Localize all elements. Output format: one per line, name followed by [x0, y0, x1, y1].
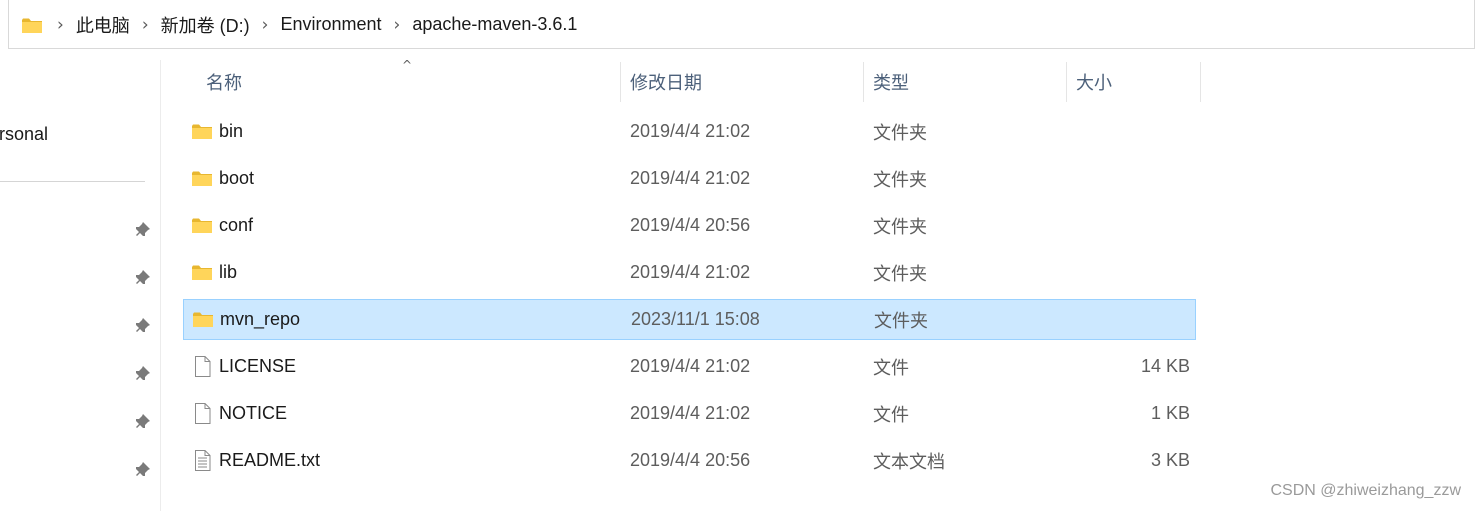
- file-type: 文件夹: [873, 122, 927, 143]
- file-size: 1 KB: [1150, 403, 1190, 423]
- breadcrumb-item-drive-d[interactable]: 新加卷 (D:): [161, 12, 250, 38]
- column-header-type[interactable]: 类型: [873, 62, 909, 102]
- file-name: README.txt: [219, 450, 321, 470]
- file-modified: 2023/11/1 15:08: [631, 309, 760, 329]
- file-type: 文件: [873, 357, 909, 378]
- address-bar[interactable]: › 此电脑 › 新加卷 (D:) › Environment › apache-…: [8, 0, 1475, 49]
- file-name: conf: [219, 215, 254, 235]
- pin-icon: [135, 270, 151, 286]
- file-modified: 2019/4/4 20:56: [630, 215, 751, 235]
- folder-icon: [190, 158, 214, 199]
- pin-icon: [135, 414, 151, 430]
- file-row-license[interactable]: LICENSE 2019/4/4 21:02 文件 14 KB: [183, 346, 1196, 387]
- column-divider[interactable]: [1066, 62, 1067, 102]
- file-modified: 2019/4/4 21:02: [630, 356, 751, 376]
- folder-icon: [190, 252, 214, 293]
- folder-icon: [21, 17, 43, 33]
- file-size: 3 KB: [1150, 450, 1190, 470]
- file-type: 文件夹: [874, 310, 928, 331]
- file-row-lib[interactable]: lib 2019/4/4 21:02 文件夹: [183, 252, 1196, 293]
- breadcrumb-item-this-pc[interactable]: 此电脑: [76, 12, 130, 38]
- pin-icon: [135, 462, 151, 478]
- file-name: mvn_repo: [220, 309, 301, 329]
- column-divider[interactable]: [863, 62, 864, 102]
- file-name: boot: [219, 168, 255, 188]
- file-name: lib: [219, 262, 238, 282]
- column-header-modified[interactable]: 修改日期: [630, 62, 702, 102]
- nav-item-personal[interactable]: rsonal: [0, 124, 48, 145]
- chevron-right-icon[interactable]: ›: [394, 15, 401, 35]
- file-icon: [190, 393, 214, 434]
- column-header-name[interactable]: 名称: [206, 62, 242, 102]
- file-modified: 2019/4/4 21:02: [630, 168, 751, 188]
- file-type: 文本文档: [873, 451, 945, 472]
- column-divider[interactable]: [1200, 62, 1201, 102]
- file-row-mvn-repo[interactable]: mvn_repo 2023/11/1 15:08 文件夹: [183, 299, 1196, 340]
- chevron-right-icon[interactable]: ›: [57, 15, 64, 35]
- file-modified: 2019/4/4 20:56: [630, 450, 751, 470]
- file-size: 14 KB: [1140, 356, 1190, 376]
- nav-divider: [0, 181, 145, 182]
- pin-icon: [135, 318, 151, 334]
- file-name: NOTICE: [219, 403, 288, 423]
- file-row-readme[interactable]: README.txt 2019/4/4 20:56 文本文档 3 KB: [183, 440, 1196, 481]
- file-icon: [190, 346, 214, 387]
- breadcrumb-item-environment[interactable]: Environment: [280, 14, 381, 35]
- file-name: bin: [219, 121, 244, 141]
- file-modified: 2019/4/4 21:02: [630, 262, 751, 282]
- folder-icon: [190, 205, 214, 246]
- file-row-boot[interactable]: boot 2019/4/4 21:02 文件夹: [183, 158, 1196, 199]
- pin-icon: [135, 366, 151, 382]
- folder-icon: [191, 300, 215, 339]
- file-modified: 2019/4/4 21:02: [630, 403, 751, 423]
- file-type: 文件夹: [873, 263, 927, 284]
- sort-ascending-icon: ^: [402, 58, 413, 72]
- file-row-notice[interactable]: NOTICE 2019/4/4 21:02 文件 1 KB: [183, 393, 1196, 434]
- breadcrumb-item-apache-maven[interactable]: apache-maven-3.6.1: [412, 14, 577, 35]
- chevron-right-icon[interactable]: ›: [142, 15, 149, 35]
- file-row-conf[interactable]: conf 2019/4/4 20:56 文件夹: [183, 205, 1196, 246]
- chevron-right-icon[interactable]: ›: [262, 15, 269, 35]
- navigation-pane[interactable]: rsonal: [0, 60, 161, 511]
- file-modified: 2019/4/4 21:02: [630, 121, 751, 141]
- folder-icon: [190, 111, 214, 152]
- file-name: LICENSE: [219, 356, 297, 376]
- file-type: 文件夹: [873, 216, 927, 237]
- breadcrumb: › 此电脑 › 新加卷 (D:) › Environment › apache-…: [21, 0, 589, 49]
- column-header-size[interactable]: 大小: [1076, 62, 1112, 102]
- pin-icon: [135, 222, 151, 238]
- column-divider[interactable]: [620, 62, 621, 102]
- file-type: 文件: [873, 404, 909, 425]
- watermark: CSDN @zhiweizhang_zzw: [1270, 482, 1461, 499]
- text-file-icon: [190, 440, 214, 481]
- file-row-bin[interactable]: bin 2019/4/4 21:02 文件夹: [183, 111, 1196, 152]
- file-type: 文件夹: [873, 169, 927, 190]
